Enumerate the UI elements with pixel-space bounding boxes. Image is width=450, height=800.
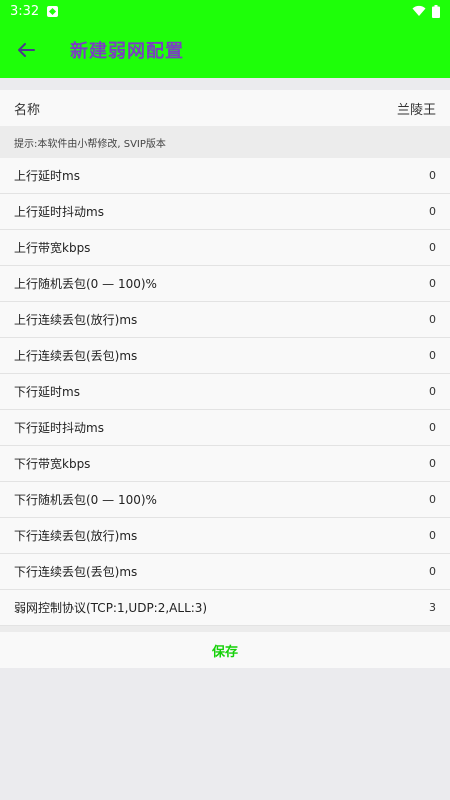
setting-row[interactable]: 上行连续丢包(放行)ms 0 bbox=[0, 302, 450, 338]
setting-label: 上行延时抖动ms bbox=[14, 205, 104, 219]
setting-value[interactable]: 0 bbox=[429, 205, 436, 218]
config-form: 名称 兰陵王 提示:本软件由小帮修改, SVIP版本 上行延时ms 0 上行延时抖动… bbox=[0, 90, 450, 668]
setting-label: 下行带宽kbps bbox=[14, 457, 91, 471]
setting-label: 下行随机丢包(0 — 100)% bbox=[14, 493, 157, 507]
setting-row[interactable]: 上行带宽kbps 0 bbox=[0, 230, 450, 266]
setting-row[interactable]: 下行延时抖动ms 0 bbox=[0, 410, 450, 446]
page-title: 新建弱网配置 bbox=[70, 41, 184, 62]
setting-row[interactable]: 弱网控制协议(TCP:1,UDP:2,ALL:3) 3 bbox=[0, 590, 450, 626]
setting-row[interactable]: 上行延时抖动ms 0 bbox=[0, 194, 450, 230]
arrow-left-icon bbox=[18, 43, 35, 57]
save-button[interactable]: 保存 bbox=[0, 632, 450, 668]
setting-row[interactable]: 下行带宽kbps 0 bbox=[0, 446, 450, 482]
setting-value[interactable]: 0 bbox=[429, 565, 436, 578]
wifi-icon bbox=[412, 5, 426, 16]
status-left: 3:32 bbox=[10, 3, 59, 19]
name-value[interactable]: 兰陵王 bbox=[397, 99, 436, 118]
setting-row[interactable]: 下行延时ms 0 bbox=[0, 374, 450, 410]
setting-value[interactable]: 0 bbox=[429, 349, 436, 362]
status-right bbox=[412, 4, 440, 18]
setting-row[interactable]: 上行随机丢包(0 — 100)% 0 bbox=[0, 266, 450, 302]
back-button[interactable] bbox=[12, 36, 40, 64]
setting-label: 下行延时抖动ms bbox=[14, 421, 104, 435]
setting-value[interactable]: 0 bbox=[429, 241, 436, 254]
setting-row[interactable]: 上行延时ms 0 bbox=[0, 158, 450, 194]
setting-label: 上行随机丢包(0 — 100)% bbox=[14, 277, 157, 291]
setting-value[interactable]: 3 bbox=[429, 601, 436, 614]
notification-icon bbox=[47, 5, 59, 17]
setting-value[interactable]: 0 bbox=[429, 457, 436, 470]
setting-label: 下行连续丢包(丢包)ms bbox=[14, 565, 138, 579]
setting-value[interactable]: 0 bbox=[429, 493, 436, 506]
status-time: 3:32 bbox=[10, 3, 40, 19]
setting-value[interactable]: 0 bbox=[429, 529, 436, 542]
setting-label: 下行连续丢包(放行)ms bbox=[14, 529, 138, 543]
name-row[interactable]: 名称 兰陵王 bbox=[0, 90, 450, 126]
setting-row[interactable]: 下行随机丢包(0 — 100)% 0 bbox=[0, 482, 450, 518]
setting-label: 上行连续丢包(放行)ms bbox=[14, 313, 138, 327]
status-bar: 3:32 bbox=[0, 0, 450, 22]
name-label: 名称 bbox=[14, 102, 41, 118]
setting-value[interactable]: 0 bbox=[429, 421, 436, 434]
setting-value[interactable]: 0 bbox=[429, 313, 436, 326]
setting-value[interactable]: 0 bbox=[429, 277, 436, 290]
setting-row[interactable]: 下行连续丢包(放行)ms 0 bbox=[0, 518, 450, 554]
setting-label: 下行延时ms bbox=[14, 385, 80, 399]
setting-value[interactable]: 0 bbox=[429, 169, 436, 182]
setting-row[interactable]: 上行连续丢包(丢包)ms 0 bbox=[0, 338, 450, 374]
setting-label: 弱网控制协议(TCP:1,UDP:2,ALL:3) bbox=[14, 601, 208, 615]
settings-list: 上行延时ms 0 上行延时抖动ms 0 上行带宽kbps 0 上行随机丢包(0 — 100)… bbox=[0, 158, 450, 626]
hint-text: 提示:本软件由小帮修改, SVIP版本 bbox=[0, 126, 450, 158]
setting-value[interactable]: 0 bbox=[429, 385, 436, 398]
setting-label: 上行延时ms bbox=[14, 169, 80, 183]
setting-label: 上行带宽kbps bbox=[14, 241, 91, 255]
battery-icon bbox=[432, 4, 440, 18]
setting-row[interactable]: 下行连续丢包(丢包)ms 0 bbox=[0, 554, 450, 590]
setting-label: 上行连续丢包(丢包)ms bbox=[14, 349, 138, 363]
app-bar: 新建弱网配置 bbox=[0, 22, 450, 78]
